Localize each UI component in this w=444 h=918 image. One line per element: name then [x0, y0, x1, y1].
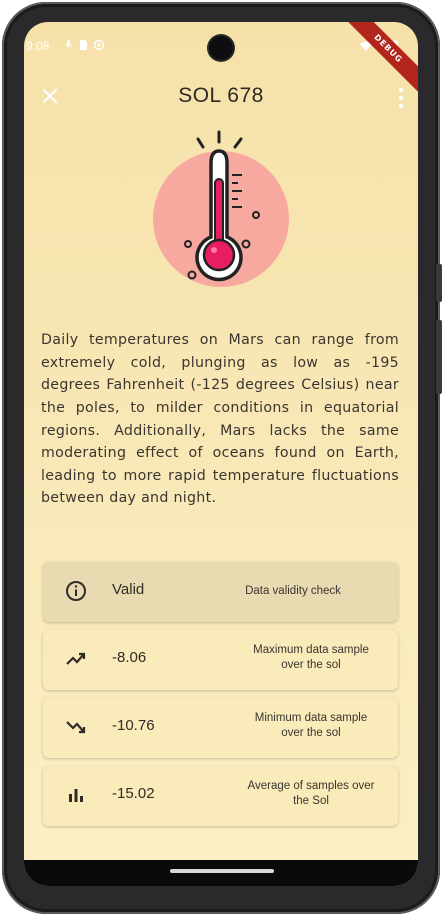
- stat-label: Data validity check: [245, 585, 341, 597]
- stat-label: Minimum data sample over the sol: [254, 712, 368, 739]
- app-bar: SOL 678: [24, 78, 418, 118]
- trending-down-icon: [66, 721, 86, 734]
- power-button: [436, 320, 442, 394]
- stat-label: Maximum data sample over the sol: [253, 644, 369, 671]
- mic-icon: [65, 40, 72, 47]
- stat-value: -15.02: [112, 785, 155, 802]
- stat-card-average: -15.02 Average of samples over the Sol: [43, 766, 398, 826]
- sim-icon: [80, 40, 87, 50]
- description-text: Daily temperatures on Mars can range fro…: [41, 332, 399, 507]
- stat-value: -8.06: [112, 649, 147, 666]
- home-gesture-handle[interactable]: [170, 869, 274, 873]
- stat-value: Valid: [112, 581, 145, 598]
- trending-up-icon: [66, 652, 86, 665]
- info-icon: [66, 581, 86, 601]
- stat-card-minimum: -10.76 Minimum data sample over the sol: [43, 698, 398, 758]
- phone-frame: 9:08 DEBUG SOL 678 Daily temperatures on…: [2, 2, 442, 914]
- stat-value: -10.76: [112, 717, 155, 734]
- stat-label: Average of samples over the Sol: [247, 780, 375, 807]
- volume-button: [436, 264, 442, 302]
- more-vert-icon[interactable]: [398, 88, 404, 108]
- bar-chart-icon: [69, 789, 83, 802]
- stats-list: Valid Data validity check -8.06 Maximum …: [43, 562, 398, 834]
- page-title: SOL 678: [178, 84, 264, 107]
- stat-card-validity: Valid Data validity check: [43, 562, 398, 622]
- notification-icons: [64, 40, 104, 50]
- thermometer-icon: [153, 130, 289, 287]
- front-camera: [209, 36, 233, 60]
- status-time: 9:08: [26, 39, 50, 53]
- stat-card-maximum: -8.06 Maximum data sample over the sol: [43, 630, 398, 690]
- status-bar: 9:08 DEBUG: [24, 22, 418, 98]
- system-nav-bar: [24, 860, 418, 886]
- app-notification-icon: [94, 40, 104, 50]
- app-screen: 9:08 DEBUG SOL 678 Daily temperatures on…: [24, 22, 418, 886]
